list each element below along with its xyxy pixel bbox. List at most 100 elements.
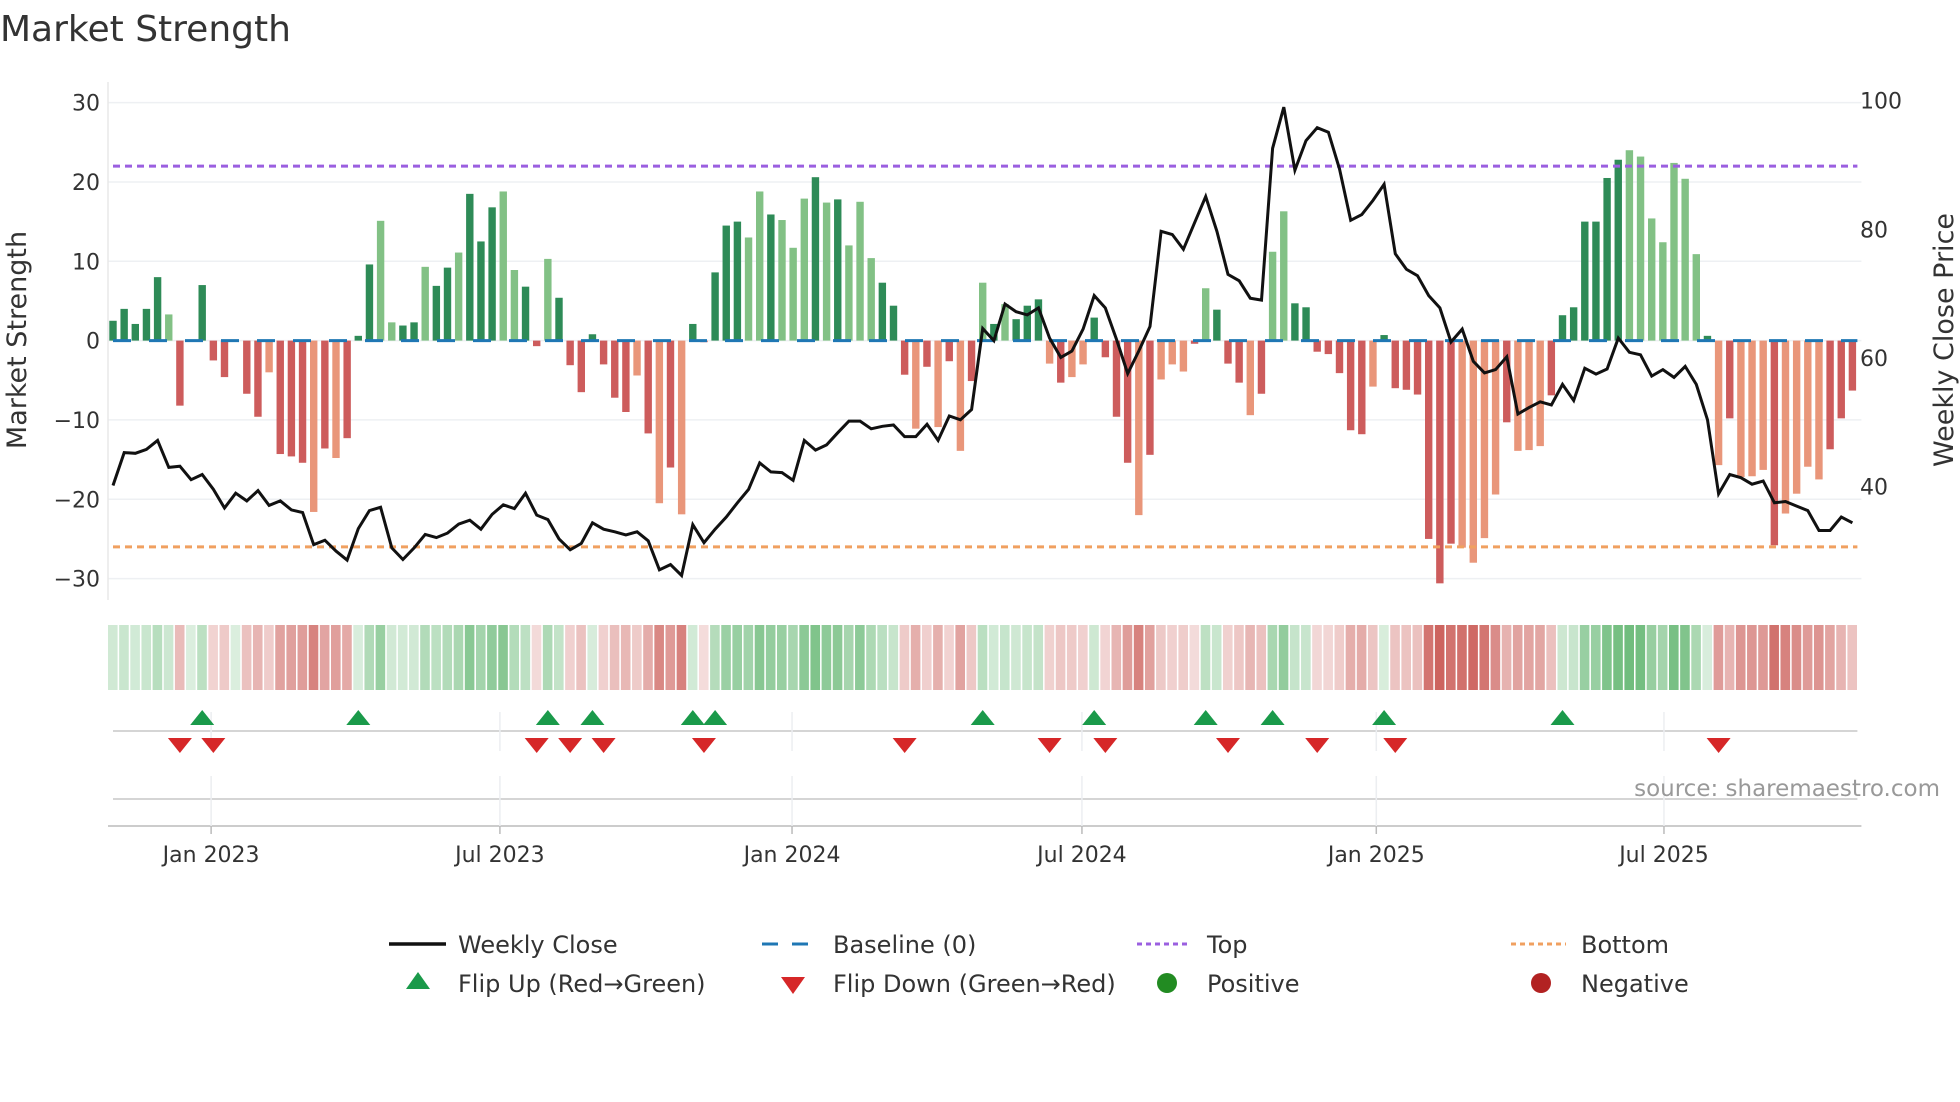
strength-bar — [1447, 340, 1455, 544]
heatmap-cell — [1289, 625, 1300, 690]
strength-bar — [1614, 159, 1622, 341]
heatmap-cell — [1590, 625, 1601, 690]
strength-bar — [410, 322, 418, 341]
heatmap-cell — [832, 625, 843, 690]
strength-bar — [466, 193, 474, 341]
strength-bar — [1536, 340, 1544, 447]
heatmap-cell — [241, 625, 252, 690]
strength-bar — [1714, 340, 1723, 466]
strength-bar — [1335, 340, 1344, 374]
heatmap-cell — [1267, 625, 1278, 690]
heatmap-cell — [654, 625, 664, 690]
strength-bar — [1670, 162, 1678, 341]
strength-bar — [611, 340, 619, 398]
strength-bar — [956, 340, 965, 451]
heatmap-cell — [1724, 625, 1735, 690]
legend-baseline: Baseline (0) — [833, 931, 976, 959]
flip-up-marker — [970, 710, 995, 725]
strength-bar — [1804, 340, 1812, 467]
heatmap-cell — [531, 625, 542, 690]
heatmap-cell — [319, 625, 330, 690]
heatmap-cell — [1680, 625, 1690, 690]
heatmap-cell — [1813, 625, 1824, 690]
strength-bar — [1101, 340, 1110, 358]
strength-bar — [1603, 177, 1611, 341]
y2-tick-label: 100 — [1860, 90, 1902, 115]
heatmap-cell — [331, 625, 341, 690]
heatmap-cell — [1624, 625, 1634, 690]
strength-bar — [321, 340, 329, 449]
heatmap-cell — [888, 625, 899, 690]
strength-bar — [432, 285, 441, 341]
strength-bar — [343, 340, 351, 439]
heatmap-cell — [710, 625, 720, 690]
strength-bar — [555, 297, 563, 341]
strength-bar — [945, 340, 953, 362]
heatmap-cell — [375, 625, 386, 690]
heatmap-cell — [1691, 625, 1701, 690]
y-tick-label: 30 — [72, 92, 100, 117]
strength-bar — [889, 305, 898, 341]
heatmap-cell — [1423, 625, 1434, 690]
heatmap-cell — [1457, 625, 1467, 690]
heatmap-cell — [1312, 625, 1322, 690]
heatmap-cell — [765, 625, 776, 690]
strength-bar — [1425, 340, 1433, 539]
heatmap-cell — [665, 625, 676, 690]
strength-bar — [165, 314, 173, 341]
strength-bar — [120, 308, 128, 341]
flip-down-marker — [1216, 738, 1240, 753]
strength-bar — [1369, 340, 1377, 387]
strength-bar — [477, 241, 485, 341]
strength-bar — [454, 252, 463, 341]
strength-bar — [878, 282, 887, 341]
heatmap-cell — [732, 625, 742, 690]
strength-bar — [1012, 319, 1020, 341]
heatmap-cell — [1579, 625, 1590, 690]
flip-down-marker — [892, 738, 917, 753]
strength-bar — [209, 340, 218, 361]
strength-bars — [109, 150, 1857, 584]
heatmap-cell — [955, 625, 965, 690]
source-label: source: sharemaestro.com — [1634, 776, 1940, 802]
heatmap-cell — [1000, 625, 1010, 690]
heatmap-cell — [1189, 625, 1200, 690]
strength-bar — [811, 177, 820, 341]
strength-bar — [912, 340, 920, 429]
heatmap-cell — [230, 625, 241, 690]
strength-bar — [1413, 340, 1422, 395]
flip-down-marker — [1706, 738, 1731, 753]
heatmap-cell — [1200, 625, 1211, 690]
strength-bar — [822, 202, 831, 341]
heatmap-cell — [1133, 625, 1144, 690]
heatmap-cell — [1780, 625, 1791, 690]
strength-bar — [1558, 315, 1567, 341]
strength-bar — [1280, 211, 1288, 341]
heatmap-cell — [1434, 625, 1445, 690]
strength-bar — [544, 258, 552, 341]
y2-axis-label: Weekly Close Price — [1929, 213, 1960, 467]
heatmap-cell — [1234, 625, 1244, 690]
strength-bar — [1268, 251, 1277, 341]
heatmap-cell — [152, 625, 163, 690]
strength-bar — [1826, 340, 1834, 450]
heatmap-cell — [1468, 625, 1478, 690]
strength-bar — [109, 320, 117, 341]
left-axis-ticks: 30 20 10 0 −10 −20 −30 — [54, 92, 100, 593]
legend-negative: Negative — [1581, 970, 1689, 998]
strength-bar — [198, 285, 206, 341]
strength-bar — [1469, 340, 1477, 563]
strength-bar — [488, 207, 496, 341]
flip-down-marker — [524, 738, 549, 753]
strength-bar — [622, 340, 630, 412]
strength-bar — [1659, 242, 1667, 341]
legend-bottom: Bottom — [1581, 931, 1669, 959]
heatmap-cell — [542, 625, 553, 690]
strength-bar — [254, 340, 262, 417]
heatmap-cell — [1011, 625, 1021, 690]
strength-bar — [533, 340, 541, 347]
flip-down-marker — [1383, 738, 1408, 753]
heatmap-cell — [487, 625, 497, 690]
positive-dot-icon — [1157, 973, 1177, 993]
heatmap-cell — [565, 625, 575, 690]
